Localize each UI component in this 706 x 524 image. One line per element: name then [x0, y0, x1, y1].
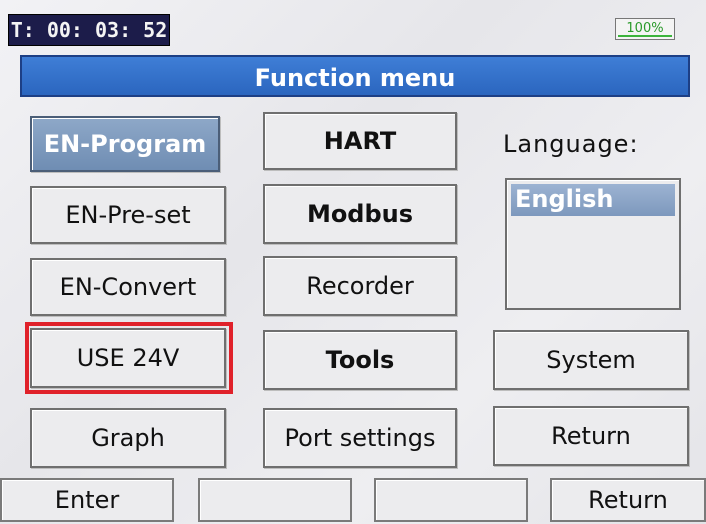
- graph-button[interactable]: Graph: [30, 408, 226, 468]
- battery-level: 100%: [626, 21, 664, 36]
- en-program-button[interactable]: EN-Program: [30, 116, 220, 172]
- recorder-button[interactable]: Recorder: [263, 256, 457, 316]
- elapsed-timer: T: 00: 03: 52: [8, 14, 170, 46]
- softkey-3[interactable]: [374, 478, 528, 522]
- system-button[interactable]: System: [493, 330, 689, 390]
- language-option-english[interactable]: English: [511, 184, 675, 216]
- softkey-return[interactable]: Return: [550, 478, 706, 522]
- modbus-button[interactable]: Modbus: [263, 184, 457, 244]
- softkey-2[interactable]: [198, 478, 352, 522]
- en-preset-button[interactable]: EN-Pre-set: [30, 186, 226, 244]
- tools-button[interactable]: Tools: [263, 330, 457, 390]
- device-screen: T: 00: 03: 52 100% Function menu EN-Prog…: [0, 0, 706, 524]
- return-button[interactable]: Return: [493, 406, 689, 466]
- en-convert-button[interactable]: EN-Convert: [30, 258, 226, 316]
- page-title: Function menu: [20, 55, 690, 97]
- language-listbox[interactable]: English: [505, 178, 681, 310]
- battery-fill: [618, 35, 672, 37]
- battery-indicator: 100%: [615, 18, 675, 40]
- hart-button[interactable]: HART: [263, 112, 457, 170]
- port-settings-button[interactable]: Port settings: [263, 408, 457, 468]
- softkey-enter[interactable]: Enter: [0, 478, 174, 522]
- language-label: Language:: [503, 130, 639, 158]
- use-24v-button[interactable]: USE 24V: [30, 328, 226, 388]
